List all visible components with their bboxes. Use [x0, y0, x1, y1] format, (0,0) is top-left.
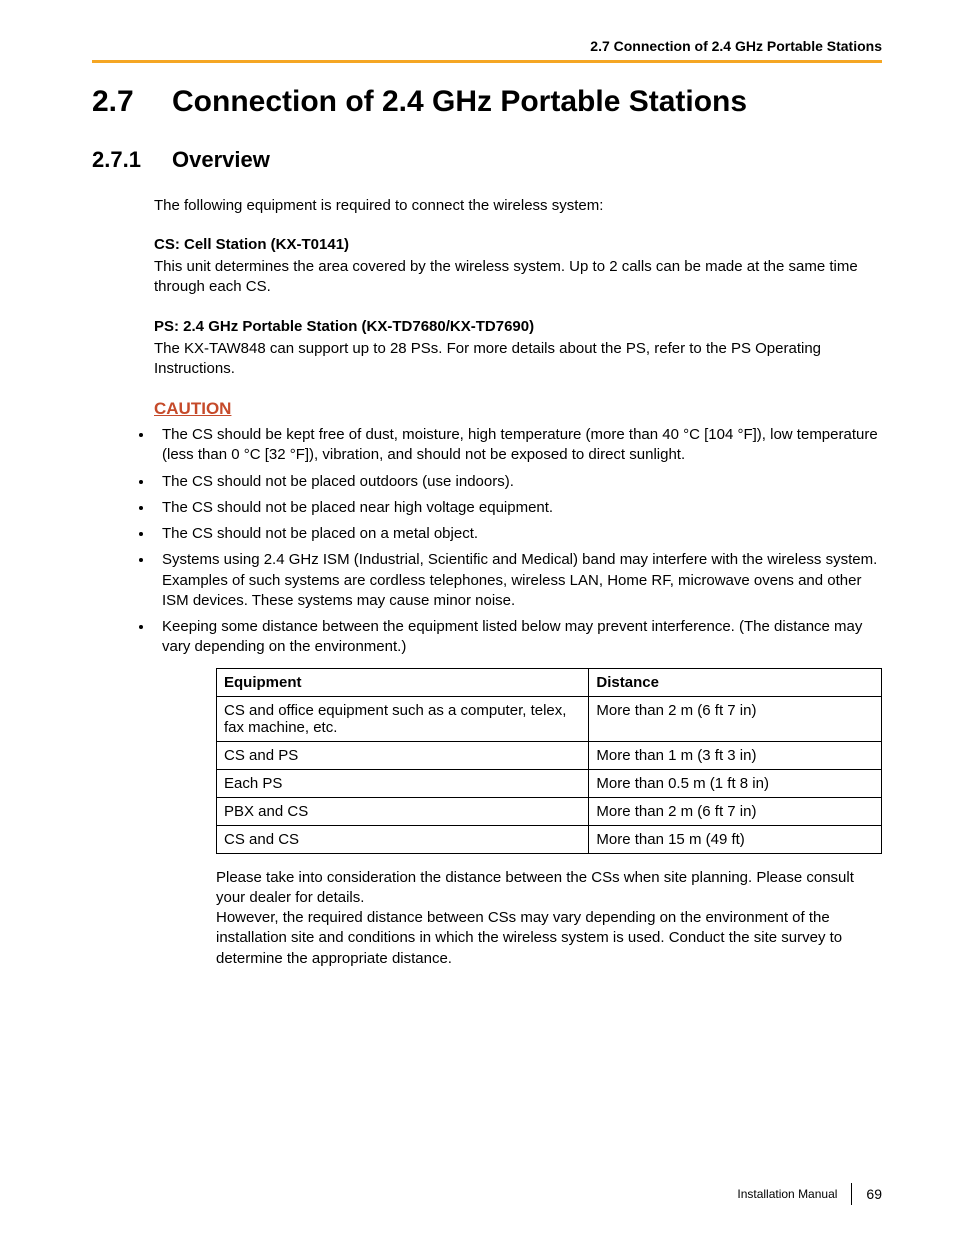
- subsection-number: 2.7.1: [92, 147, 172, 173]
- footer-label: Installation Manual: [737, 1187, 837, 1201]
- table-cell: PBX and CS: [217, 797, 589, 825]
- table-cell: More than 15 m (49 ft): [589, 825, 882, 853]
- section-text: Connection of 2.4 GHz Portable Stations: [172, 85, 747, 118]
- equipment-body-cs: This unit determines the area covered by…: [154, 257, 882, 298]
- intro-paragraph: The following equipment is required to c…: [154, 197, 882, 214]
- caution-item: The CS should not be placed on a metal o…: [154, 524, 882, 544]
- caution-item: The CS should not be placed outdoors (us…: [154, 472, 882, 492]
- table-cell: Each PS: [217, 769, 589, 797]
- caution-item: Keeping some distance between the equipm…: [154, 617, 882, 658]
- caution-item: The CS should be kept free of dust, mois…: [154, 425, 882, 466]
- table-cell: More than 2 m (6 ft 7 in): [589, 696, 882, 741]
- equipment-heading-ps: PS: 2.4 GHz Portable Station (KX-TD7680/…: [154, 318, 882, 335]
- table-cell: CS and office equipment such as a comput…: [217, 696, 589, 741]
- subsection-text: Overview: [172, 147, 270, 172]
- page-number: 69: [866, 1186, 882, 1202]
- equipment-heading-cs: CS: Cell Station (KX-T0141): [154, 236, 882, 253]
- table-cell: CS and PS: [217, 741, 589, 769]
- subsection-title: 2.7.1Overview: [92, 147, 882, 173]
- caution-list: The CS should be kept free of dust, mois…: [92, 425, 882, 658]
- equipment-body-ps: The KX-TAW848 can support up to 28 PSs. …: [154, 339, 882, 380]
- table-row: CS and office equipment such as a comput…: [217, 696, 882, 741]
- caution-heading: CAUTION: [154, 399, 882, 419]
- header-rule: [92, 60, 882, 63]
- table-row: Each PS More than 0.5 m (1 ft 8 in): [217, 769, 882, 797]
- page-footer: Installation Manual 69: [737, 1183, 882, 1205]
- table-cell: More than 2 m (6 ft 7 in): [589, 797, 882, 825]
- caution-item: Systems using 2.4 GHz ISM (Industrial, S…: [154, 550, 882, 611]
- section-number: 2.7: [92, 85, 172, 119]
- after-table-text: Please take into consideration the dista…: [216, 868, 882, 969]
- page: 2.7 Connection of 2.4 GHz Portable Stati…: [0, 0, 954, 1235]
- footer-divider: [851, 1183, 852, 1205]
- table-row: PBX and CS More than 2 m (6 ft 7 in): [217, 797, 882, 825]
- after-table-p1: Please take into consideration the dista…: [216, 868, 882, 909]
- table-cell: More than 1 m (3 ft 3 in): [589, 741, 882, 769]
- after-table-p2: However, the required distance between C…: [216, 908, 882, 969]
- table-row: CS and CS More than 15 m (49 ft): [217, 825, 882, 853]
- table-header-row: Equipment Distance: [217, 668, 882, 696]
- table-header-distance: Distance: [589, 668, 882, 696]
- table-row: CS and PS More than 1 m (3 ft 3 in): [217, 741, 882, 769]
- caution-item: The CS should not be placed near high vo…: [154, 498, 882, 518]
- section-title: 2.7Connection of 2.4 GHz Portable Statio…: [92, 85, 882, 119]
- distance-table: Equipment Distance CS and office equipme…: [216, 668, 882, 854]
- running-header: 2.7 Connection of 2.4 GHz Portable Stati…: [92, 38, 882, 54]
- table-cell: More than 0.5 m (1 ft 8 in): [589, 769, 882, 797]
- table-cell: CS and CS: [217, 825, 589, 853]
- table-header-equipment: Equipment: [217, 668, 589, 696]
